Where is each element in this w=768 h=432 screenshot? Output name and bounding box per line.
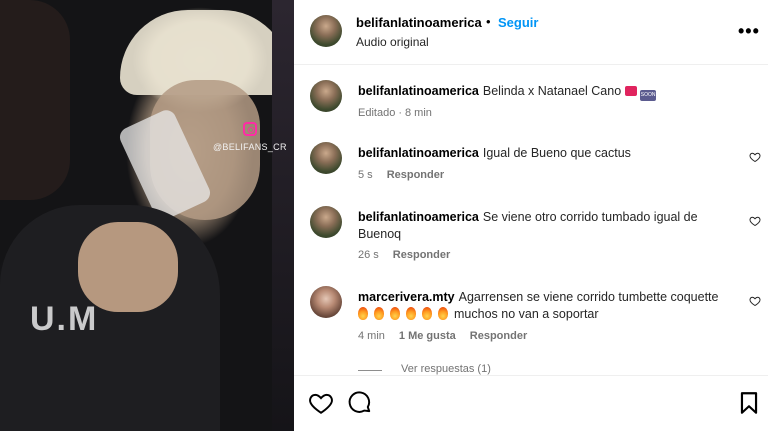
comment-text-block: belifanlatinoamerica Igual de Bueno que c… <box>358 145 738 162</box>
comment-icon[interactable] <box>347 390 373 416</box>
meta-separator: · <box>398 107 402 119</box>
avatar[interactable] <box>310 142 342 174</box>
comment-text-block: belifanlatinoamerica Se viene otro corrid… <box>358 209 738 243</box>
post-side-panel: belifanlatinoamerica • Seguir Audio orig… <box>294 0 768 432</box>
edited-label: Editado <box>358 107 396 119</box>
fire-emoji-icon <box>374 307 384 320</box>
reply-button[interactable]: Responder <box>470 330 527 342</box>
replies-divider <box>358 370 382 371</box>
fire-emoji-icon <box>438 307 448 320</box>
action-bar <box>294 375 768 432</box>
comment-text-block: marcerivera.mty Agarrensen se viene corri… <box>358 289 738 323</box>
instagram-logo-icon <box>242 122 257 136</box>
soon-emoji-icon: SOON <box>640 90 657 101</box>
comment-meta: 5 s Responder <box>358 169 458 181</box>
video-person-left <box>0 0 70 200</box>
video-watermark: @BELIFANS_CR <box>213 122 287 152</box>
reply-button[interactable]: Responder <box>387 169 444 181</box>
view-replies-button[interactable]: Ver respuestas (1) <box>401 363 491 375</box>
likes-count[interactable]: 1 Me gusta <box>399 330 456 342</box>
ribbon-emoji-icon <box>625 86 638 96</box>
fire-emoji-icon <box>422 307 432 320</box>
heart-icon[interactable] <box>308 390 334 416</box>
caption-text-block: belifanlatinoamerica Belinda x Natanael C… <box>358 83 738 101</box>
avatar[interactable] <box>310 286 342 318</box>
comment-text: Igual de Bueno que cactus <box>482 146 631 160</box>
heart-icon[interactable] <box>749 295 761 307</box>
comment-text: Agarrensen se viene corrido tumbette coq… <box>458 290 719 304</box>
bookmark-icon[interactable] <box>736 390 762 416</box>
comment-username[interactable]: marcerivera.mty <box>358 290 455 304</box>
comment-username[interactable]: belifanlatinoamerica <box>358 210 479 224</box>
comment-text-continued: muchos no van a soportar <box>454 307 599 321</box>
comment-time[interactable]: 4 min <box>358 330 385 342</box>
heart-icon[interactable] <box>749 215 761 227</box>
follow-button[interactable]: Seguir <box>498 15 538 30</box>
watermark-text: @BELIFANS_CR <box>213 142 287 152</box>
video-edge <box>272 0 294 431</box>
video-hand <box>78 222 178 312</box>
avatar[interactable] <box>310 80 342 112</box>
post-header: belifanlatinoamerica • Seguir Audio orig… <box>294 0 768 65</box>
comment-meta: 4 min 1 Me gusta Responder <box>358 330 541 342</box>
fire-emoji-icon <box>358 307 368 320</box>
comment-time[interactable]: 26 s <box>358 249 379 261</box>
comment-time[interactable]: 5 s <box>358 169 373 181</box>
caption-time[interactable]: 8 min <box>405 107 432 119</box>
fire-emoji-icon <box>390 307 400 320</box>
avatar[interactable] <box>310 206 342 238</box>
comment-meta: 26 s Responder <box>358 249 464 261</box>
caption-meta: Editado · 8 min <box>358 107 446 119</box>
post-video[interactable]: U.M @BELIFANS_CR <box>0 0 294 431</box>
header-separator: • <box>486 14 491 29</box>
caption-text: Belinda x Natanael Cano <box>482 84 622 98</box>
more-options-button[interactable]: ••• <box>738 22 760 40</box>
audio-link[interactable]: Audio original <box>356 35 429 49</box>
avatar[interactable] <box>310 15 342 47</box>
caption-username[interactable]: belifanlatinoamerica <box>358 84 479 98</box>
instagram-post-view: U.M @BELIFANS_CR belifanlatinoamerica • … <box>0 0 768 432</box>
header-username[interactable]: belifanlatinoamerica <box>356 15 482 30</box>
heart-icon[interactable] <box>749 151 761 163</box>
reply-button[interactable]: Responder <box>393 249 450 261</box>
comment-username[interactable]: belifanlatinoamerica <box>358 146 479 160</box>
fire-emoji-icon <box>406 307 416 320</box>
